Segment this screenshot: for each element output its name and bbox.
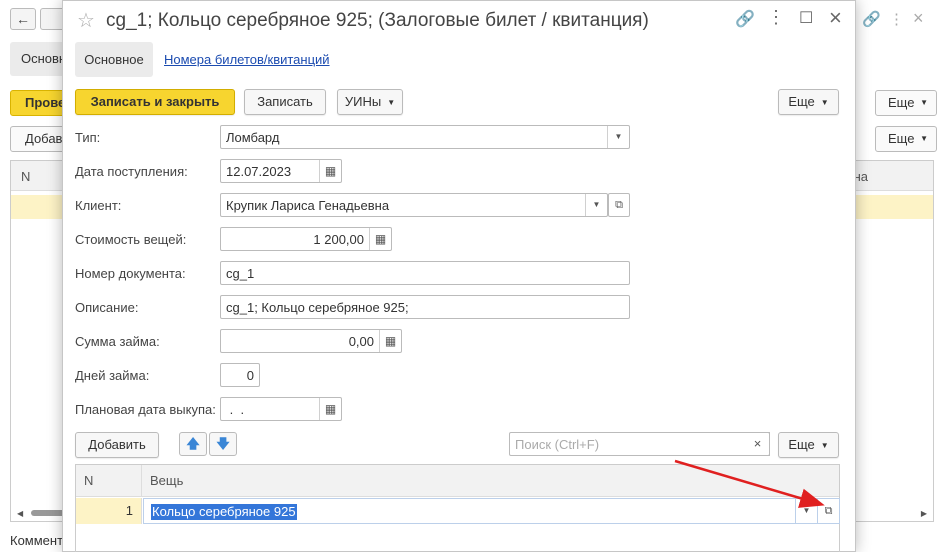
type-value: Ломбард	[226, 130, 280, 145]
open-item-icon[interactable]: ⧉	[818, 498, 840, 524]
close-icon[interactable]: ×	[829, 5, 842, 31]
table-more-button[interactable]: Еще ▼	[778, 432, 839, 458]
arrow-left-icon: ←	[16, 11, 30, 27]
move-down-icon[interactable]: 🡇	[209, 432, 237, 456]
form-title: cg_1; Кольцо серебряное 925; (Залоговые …	[106, 10, 649, 31]
calculator-icon[interactable]: ▦	[369, 228, 391, 250]
desc-label: Описание:	[75, 300, 139, 315]
items-table[interactable]: N Вещь 1 Кольцо серебряное 925 ▼ ⧉	[75, 464, 840, 552]
parent-more-button[interactable]: Еще ▼	[875, 90, 937, 116]
calendar-icon[interactable]: ▦	[319, 398, 341, 420]
item-cell-editor[interactable]: Кольцо серебряное 925	[143, 498, 796, 524]
redeem-value: . .	[226, 402, 245, 417]
menu-icon[interactable]: ⋮	[889, 10, 904, 28]
parent-comment-label: Коммент	[10, 533, 64, 548]
table-row[interactable]: 1 Кольцо серебряное 925 ▼ ⧉	[76, 498, 840, 524]
row-number: 1	[76, 498, 142, 524]
table-header: N Вещь	[76, 465, 839, 497]
desc-field[interactable]: cg_1; Кольцо серебряное 925;	[220, 295, 630, 319]
parent-more-button-2[interactable]: Еще ▼	[875, 126, 937, 152]
chevron-down-icon[interactable]: ▼	[607, 126, 629, 148]
link-icon[interactable]: 🔗	[735, 9, 755, 29]
calendar-icon[interactable]: ▦	[319, 160, 341, 182]
loan-field[interactable]: 0,00 ▦	[220, 329, 402, 353]
chevron-down-icon: ▼	[820, 98, 829, 107]
parent-tab-main[interactable]: Основн	[10, 42, 70, 76]
more-label: Еще	[888, 131, 915, 146]
maximize-icon[interactable]: ☐	[799, 8, 813, 28]
form-titlebar: ☆ cg_1; Кольцо серебряное 925; (Залоговы…	[63, 1, 855, 41]
docnum-label: Номер документа:	[75, 266, 186, 281]
redeem-label: Плановая дата выкупа:	[75, 402, 216, 417]
uins-label: УИНы	[344, 94, 382, 109]
close-icon[interactable]: ×	[913, 8, 924, 29]
save-and-close-button[interactable]: Записать и закрыть	[75, 89, 235, 115]
desc-value: cg_1; Кольцо серебряное 925;	[226, 300, 409, 315]
type-field[interactable]: Ломбард ▼	[220, 125, 630, 149]
date-value: 12.07.2023	[226, 164, 292, 179]
chevron-down-icon: ▼	[920, 98, 928, 107]
date-label: Дата поступления:	[75, 164, 188, 179]
loan-value: 0,00	[348, 334, 374, 349]
loan-label: Сумма займа:	[75, 334, 160, 349]
chevron-down-icon[interactable]: ▼	[585, 194, 607, 216]
open-client-icon[interactable]: ⧉	[608, 193, 630, 217]
cost-field[interactable]: 1 200,00 ▦	[220, 227, 392, 251]
more-label: Еще	[888, 95, 915, 110]
chevron-down-icon: ▼	[920, 134, 928, 143]
docnum-field[interactable]: cg_1	[220, 261, 630, 285]
clear-search-icon[interactable]: ×	[746, 432, 770, 456]
scroll-left-icon[interactable]: ◀	[17, 509, 23, 518]
redeem-date-field[interactable]: . . ▦	[220, 397, 342, 421]
days-value: 0	[246, 368, 254, 383]
more-label: Еще	[788, 94, 815, 109]
chevron-down-icon[interactable]: ▼	[796, 498, 818, 524]
calculator-icon[interactable]: ▦	[379, 330, 401, 352]
chevron-down-icon: ▼	[387, 98, 396, 107]
days-label: Дней займа:	[75, 368, 150, 383]
move-up-icon[interactable]: 🡅	[179, 432, 207, 456]
cost-label: Стоимость вещей:	[75, 232, 187, 247]
parent-col-n: N	[21, 169, 31, 184]
client-label: Клиент:	[75, 198, 122, 213]
cost-value: 1 200,00	[313, 232, 364, 247]
docnum-value: cg_1	[226, 266, 255, 281]
tab-ticket-numbers[interactable]: Номера билетов/квитанций	[164, 52, 330, 67]
uins-button[interactable]: УИНы ▼	[337, 89, 403, 115]
more-button[interactable]: Еще ▼	[778, 89, 839, 115]
save-button[interactable]: Записать	[244, 89, 326, 115]
chevron-down-icon: ▼	[820, 441, 829, 450]
type-label: Тип:	[75, 130, 101, 145]
search-placeholder: Поиск (Ctrl+F)	[515, 437, 600, 452]
search-input[interactable]: Поиск (Ctrl+F)	[509, 432, 770, 456]
link-icon[interactable]: 🔗	[862, 10, 881, 28]
column-header-item[interactable]: Вещь	[150, 465, 183, 497]
pawn-ticket-form: ☆ cg_1; Кольцо серебряное 925; (Залоговы…	[62, 0, 856, 552]
scroll-right-icon[interactable]: ▶	[921, 509, 927, 518]
more-label: Еще	[788, 437, 815, 452]
days-field[interactable]: 0	[220, 363, 260, 387]
star-icon[interactable]: ☆	[77, 8, 95, 33]
item-value: Кольцо серебряное 925	[151, 504, 297, 520]
tab-main[interactable]: Основное	[75, 42, 153, 77]
back-button[interactable]: ←	[10, 8, 36, 30]
date-field[interactable]: 12.07.2023 ▦	[220, 159, 342, 183]
column-header-n[interactable]: N	[76, 465, 142, 497]
client-field[interactable]: Крупик Лариса Генадьевна ▼	[220, 193, 608, 217]
client-value: Крупик Лариса Генадьевна	[226, 198, 390, 213]
menu-icon[interactable]: ⋮	[767, 7, 785, 28]
add-row-button[interactable]: Добавить	[75, 432, 159, 458]
